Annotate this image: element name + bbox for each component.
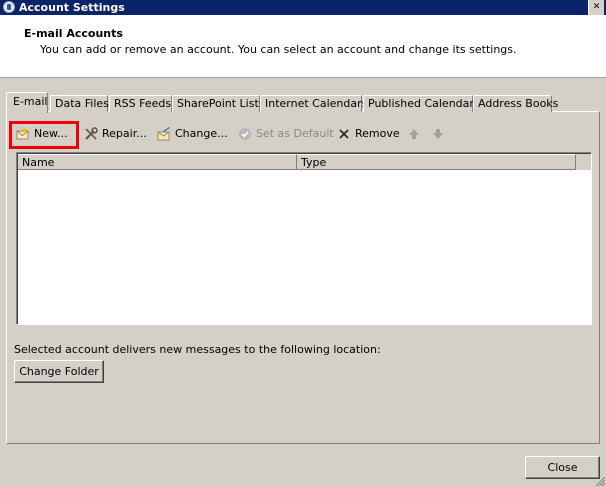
- arrow-up-icon: [409, 129, 419, 139]
- change-button-label: Change...: [175, 127, 228, 140]
- tab-address-books[interactable]: Address Books: [473, 95, 558, 112]
- header-description: You can add or remove an account. You ca…: [40, 43, 517, 56]
- set-as-default-label: Set as Default: [256, 127, 334, 140]
- change-button[interactable]: Change...: [155, 124, 228, 144]
- change-account-icon: [157, 127, 170, 141]
- remove-button-label: Remove: [355, 127, 400, 140]
- column-header-name[interactable]: Name: [18, 154, 297, 170]
- remove-button[interactable]: Remove: [335, 124, 400, 144]
- list-header: Name Type: [18, 154, 591, 170]
- window-close-button[interactable]: ✕: [588, 0, 604, 15]
- accounts-list[interactable]: Name Type: [16, 152, 592, 325]
- remove-x-icon: [339, 129, 349, 139]
- tab-rss-feeds[interactable]: RSS Feeds: [109, 95, 172, 112]
- tab-data-files[interactable]: Data Files: [50, 95, 109, 112]
- column-header-type[interactable]: Type: [297, 154, 576, 170]
- new-button-highlight: [9, 121, 79, 149]
- dialog-header: E-mail Accounts You can add or remove an…: [0, 15, 606, 78]
- arrow-down-icon: [433, 129, 443, 139]
- close-button[interactable]: Close: [525, 456, 600, 479]
- tab-sharepoint-lists[interactable]: SharePoint Lists: [172, 95, 265, 112]
- change-folder-button[interactable]: Change Folder: [14, 360, 104, 383]
- set-as-default-button[interactable]: Set as Default: [236, 124, 334, 144]
- resize-grip-icon[interactable]: [594, 475, 606, 487]
- repair-button-label: Repair...: [102, 127, 147, 140]
- deliver-location-text: Selected account delivers new messages t…: [14, 343, 381, 356]
- tab-internet-calendars[interactable]: Internet Calendars: [260, 95, 367, 112]
- repair-button[interactable]: Repair...: [82, 124, 147, 144]
- tab-email[interactable]: E-mail: [6, 92, 48, 113]
- tools-icon: [85, 127, 98, 140]
- move-down-button[interactable]: [429, 124, 443, 144]
- mail-app-icon: [3, 1, 15, 13]
- header-title: E-mail Accounts: [24, 27, 123, 40]
- move-up-button[interactable]: [405, 124, 419, 144]
- checkmark-circle-icon: [239, 128, 251, 140]
- tab-published-calendars[interactable]: Published Calendars: [363, 95, 480, 112]
- title-bar: Account Settings ✕: [0, 0, 606, 15]
- window-title: Account Settings: [19, 1, 125, 14]
